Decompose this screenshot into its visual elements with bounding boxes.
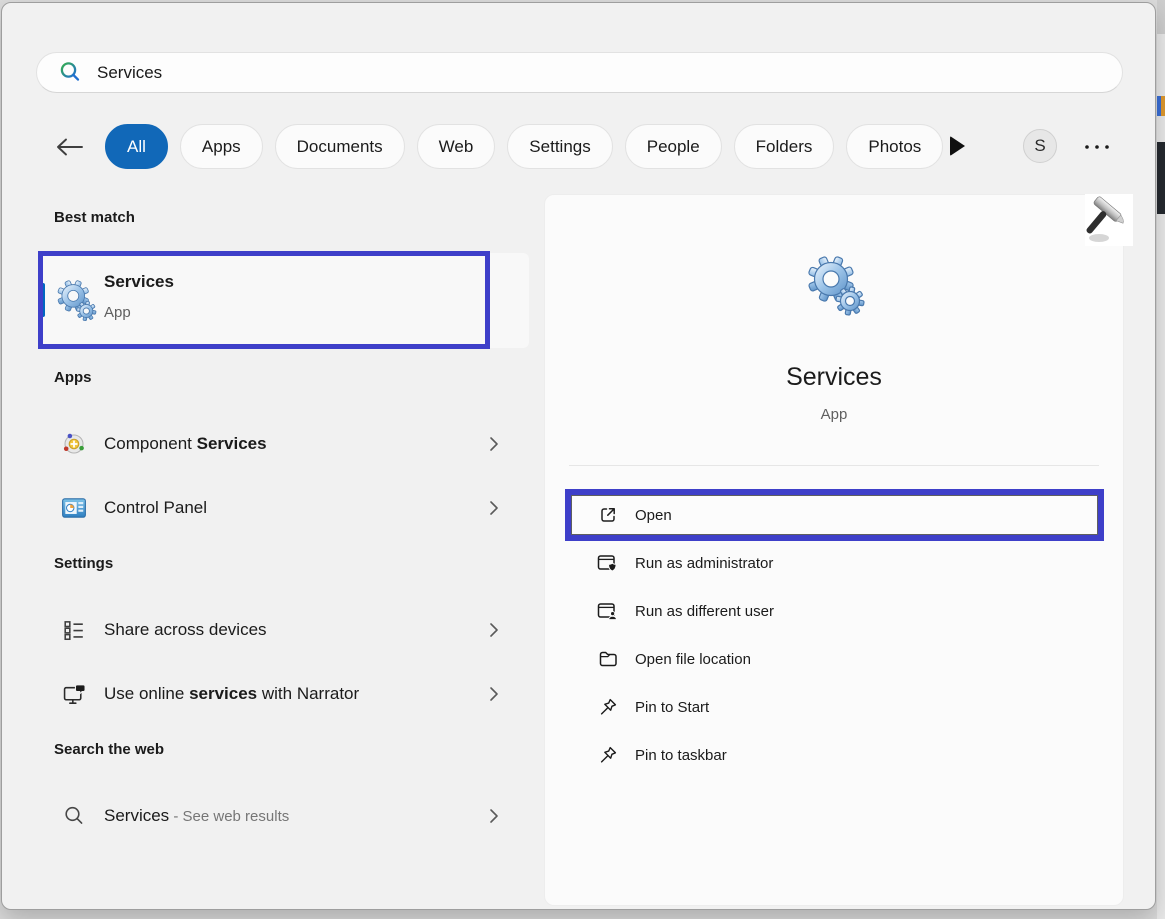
- result-share-across-devices[interactable]: Share across devices: [41, 598, 529, 662]
- best-match-subtitle: App: [104, 304, 131, 321]
- share-across-devices-icon: [61, 617, 87, 643]
- best-match-result-services[interactable]: Services App: [41, 253, 529, 348]
- tab-people[interactable]: People: [625, 124, 722, 169]
- narrator-online-services-icon: [61, 681, 87, 707]
- run-as-different-user-button[interactable]: Run as different user: [565, 587, 1104, 635]
- app-title: Services: [545, 363, 1123, 392]
- search-flyout-window: Services All Apps Documents Web Settings…: [1, 2, 1156, 910]
- result-label: Share across devices: [104, 620, 267, 640]
- screen: Services All Apps Documents Web Settings…: [0, 0, 1165, 919]
- filter-tabs-row: All Apps Documents Web Settings People F…: [2, 123, 1157, 171]
- app-subtitle: App: [545, 406, 1123, 423]
- account-avatar[interactable]: S: [1023, 129, 1057, 163]
- action-label: Open: [635, 507, 672, 524]
- web-search-icon: [61, 803, 87, 829]
- action-label: Pin to Start: [635, 699, 709, 716]
- action-label: Open file location: [635, 651, 751, 668]
- chevron-right-icon[interactable]: [489, 686, 499, 702]
- tab-settings[interactable]: Settings: [507, 124, 612, 169]
- chevron-right-icon[interactable]: [489, 436, 499, 452]
- action-label: Run as administrator: [635, 555, 773, 572]
- desktop-strip-top: [1157, 0, 1165, 34]
- background-window-fragment: [1157, 142, 1165, 214]
- detail-panel: Services App Open: [544, 194, 1124, 906]
- run-as-administrator-button[interactable]: Run as administrator: [565, 539, 1104, 587]
- chevron-right-icon[interactable]: [489, 500, 499, 516]
- result-control-panel[interactable]: Control Panel: [41, 476, 529, 540]
- tab-photos[interactable]: Photos: [846, 124, 943, 169]
- services-gears-icon: [54, 278, 98, 322]
- search-the-web-heading: Search the web: [54, 741, 164, 758]
- tab-web[interactable]: Web: [417, 124, 496, 169]
- search-input[interactable]: Services: [36, 52, 1123, 93]
- action-label: Pin to taskbar: [635, 747, 727, 764]
- desktop-icon-fragment: [1157, 96, 1165, 116]
- tab-folders[interactable]: Folders: [734, 124, 835, 169]
- divider: [569, 465, 1099, 466]
- tab-documents[interactable]: Documents: [275, 124, 405, 169]
- tab-apps[interactable]: Apps: [180, 124, 263, 169]
- component-services-icon: [61, 431, 87, 457]
- search-query-text: Services: [97, 63, 162, 83]
- more-options-button[interactable]: [1080, 135, 1114, 159]
- filter-pills: All Apps Documents Web Settings People F…: [105, 124, 943, 169]
- best-match-title: Services: [104, 272, 174, 292]
- control-panel-icon: [61, 495, 87, 521]
- pin-to-start-button[interactable]: Pin to Start: [565, 683, 1104, 731]
- settings-heading: Settings: [54, 555, 113, 572]
- tab-all[interactable]: All: [105, 124, 168, 169]
- result-use-online-services-narrator[interactable]: Use online services with Narrator: [41, 662, 529, 726]
- open-external-icon: [597, 505, 618, 526]
- chevron-right-icon[interactable]: [489, 808, 499, 824]
- result-label: Control Panel: [104, 498, 207, 518]
- result-label: Component Services: [104, 434, 267, 454]
- apps-heading: Apps: [54, 369, 92, 386]
- more-tabs-arrow-icon[interactable]: [950, 136, 965, 156]
- result-label: Services - See web results: [104, 806, 289, 826]
- pin-icon: [597, 697, 618, 718]
- back-button[interactable]: [54, 135, 86, 159]
- pin-icon: [597, 745, 618, 766]
- run-as-admin-icon: [597, 553, 618, 574]
- open-button[interactable]: Open: [565, 489, 1104, 541]
- selection-indicator: [41, 283, 45, 317]
- services-gears-icon-large: [803, 253, 867, 317]
- open-file-location-button[interactable]: Open file location: [565, 635, 1104, 683]
- result-web-search-services[interactable]: Services - See web results: [41, 784, 529, 848]
- pin-to-taskbar-button[interactable]: Pin to taskbar: [565, 731, 1104, 779]
- action-label: Run as different user: [635, 603, 774, 620]
- ellipsis-icon: [1084, 144, 1110, 150]
- chevron-right-icon[interactable]: [489, 622, 499, 638]
- search-icon: [59, 61, 82, 84]
- result-label: Use online services with Narrator: [104, 684, 359, 704]
- best-match-heading: Best match: [54, 209, 135, 226]
- result-component-services[interactable]: Component Services: [41, 412, 529, 476]
- desktop-background-strip: [1157, 0, 1165, 919]
- run-as-different-user-icon: [597, 601, 618, 622]
- folder-icon: [597, 649, 618, 670]
- hammer-overlay-image: [1085, 194, 1133, 246]
